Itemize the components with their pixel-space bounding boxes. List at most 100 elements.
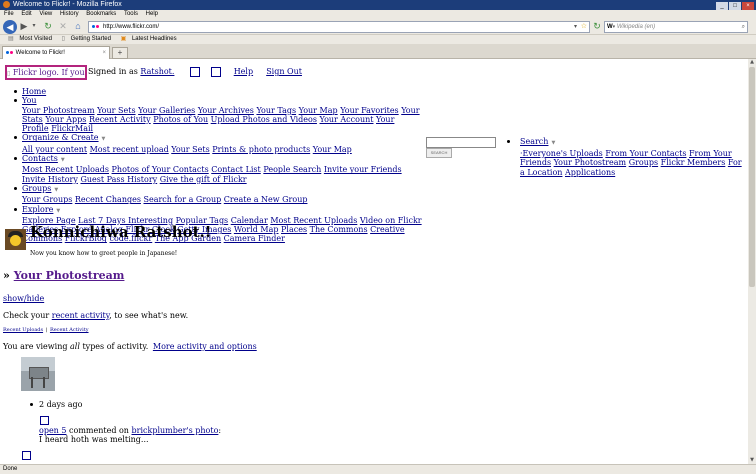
recent-activity-link[interactable]: recent activity bbox=[52, 311, 109, 320]
show-hide-link[interactable]: show/hide bbox=[3, 294, 44, 303]
new-tab-button[interactable]: + bbox=[112, 47, 128, 59]
search-engine-box[interactable]: W▾ Wikipedia (en) ⌕ bbox=[604, 21, 748, 33]
explore-link-recent-uploads[interactable]: Most Recent Uploads bbox=[270, 216, 357, 225]
menu-edit[interactable]: Edit bbox=[21, 11, 31, 17]
search-link-contacts[interactable]: From Your Contacts bbox=[605, 149, 686, 158]
explore-link-world-map[interactable]: World Map bbox=[234, 225, 279, 234]
vertical-scrollbar[interactable]: ▲ ▼ bbox=[748, 59, 756, 464]
flickr-logo[interactable]: ▯ Flickr logo. If you bbox=[5, 65, 87, 80]
groups-link-search[interactable]: Search for a Group bbox=[143, 195, 221, 204]
you-link-photostream[interactable]: Your Photostream bbox=[22, 106, 95, 115]
search-title-link[interactable]: Search bbox=[520, 137, 548, 146]
home-icon[interactable]: ⌂ bbox=[72, 21, 84, 32]
search-link-photostream[interactable]: Your Photostream bbox=[554, 158, 627, 167]
you-link-tags[interactable]: Your Tags bbox=[256, 106, 296, 115]
avatar[interactable] bbox=[5, 229, 26, 250]
menu-history[interactable]: History bbox=[60, 11, 79, 17]
back-button[interactable]: ◀ bbox=[3, 20, 17, 34]
you-link-galleries[interactable]: Your Galleries bbox=[138, 106, 195, 115]
more-activity-link[interactable]: More activity and options bbox=[153, 342, 257, 351]
bookmark-latest-headlines[interactable]: ▣ Latest Headlines bbox=[117, 36, 177, 42]
nav-link-you[interactable]: You bbox=[22, 96, 37, 105]
activity-photo-thumbnail[interactable] bbox=[21, 357, 55, 391]
contacts-link-invite-history[interactable]: Invite History bbox=[22, 175, 78, 184]
you-link-recent-activity[interactable]: Recent Activity bbox=[89, 115, 151, 124]
commenter-link[interactable]: open 5 bbox=[39, 426, 66, 435]
explore-link-calendar[interactable]: Calendar bbox=[231, 216, 268, 225]
close-button[interactable]: × bbox=[742, 2, 754, 10]
nav-link-organize[interactable]: Organize & Create bbox=[22, 133, 99, 142]
groups-link-recent-changes[interactable]: Recent Changes bbox=[75, 195, 141, 204]
bookmark-star-icon[interactable]: ☆ bbox=[581, 22, 587, 32]
you-link-account[interactable]: Your Account bbox=[319, 115, 373, 124]
engine-dropdown-icon[interactable]: ▾ bbox=[613, 24, 616, 30]
menu-tools[interactable]: Tools bbox=[124, 11, 138, 17]
photo-owner-link[interactable]: brickplumber's photo bbox=[132, 426, 219, 435]
search-link-groups[interactable]: Groups bbox=[629, 158, 658, 167]
you-link-map[interactable]: Your Map bbox=[299, 106, 338, 115]
menu-view[interactable]: View bbox=[39, 11, 52, 17]
nav-link-groups[interactable]: Groups bbox=[22, 184, 51, 193]
menu-file[interactable]: File bbox=[4, 11, 14, 17]
nav-link-explore[interactable]: Explore bbox=[22, 205, 53, 214]
help-link[interactable]: Help bbox=[234, 67, 253, 76]
dropdown-arrow-icon[interactable]: ▼ bbox=[102, 136, 106, 142]
contacts-link-invite[interactable]: Invite your Friends bbox=[324, 165, 402, 174]
contacts-link-recent-uploads[interactable]: Most Recent Uploads bbox=[22, 165, 109, 174]
nav-link-home[interactable]: Home bbox=[22, 87, 46, 96]
explore-link-video[interactable]: Video on Flickr bbox=[360, 216, 422, 225]
bookmark-getting-started[interactable]: ▯ Getting Started bbox=[58, 36, 111, 42]
groups-link-your-groups[interactable]: Your Groups bbox=[22, 195, 72, 204]
minimize-button[interactable]: _ bbox=[716, 2, 728, 10]
stop-icon[interactable]: ✕ bbox=[57, 21, 69, 32]
explore-link-places[interactable]: Places bbox=[281, 225, 307, 234]
bookmark-most-visited[interactable]: ▤ Most Visited bbox=[4, 36, 52, 42]
sign-out-link[interactable]: Sign Out bbox=[266, 67, 302, 76]
organize-link-sets[interactable]: Your Sets bbox=[171, 145, 209, 154]
next-item-icon[interactable] bbox=[22, 451, 31, 460]
search-button[interactable]: SEARCH bbox=[426, 148, 452, 158]
tab-close-icon[interactable]: × bbox=[102, 47, 106, 59]
dropdown-arrow-icon[interactable]: ▼ bbox=[56, 208, 60, 214]
dropdown-arrow-icon[interactable]: ▼ bbox=[54, 187, 58, 193]
explore-link-commons[interactable]: The Commons bbox=[310, 225, 368, 234]
magnifier-icon[interactable]: ⌕ bbox=[742, 22, 745, 32]
buddy-icon[interactable] bbox=[40, 416, 49, 425]
notification-icon[interactable] bbox=[189, 67, 200, 77]
url-bar[interactable]: http://www.flickr.com/ ▾ ☆ bbox=[88, 21, 590, 33]
dropdown-arrow-icon[interactable]: ▼ bbox=[551, 140, 555, 146]
contacts-link-people-search[interactable]: People Search bbox=[263, 165, 321, 174]
tab-welcome-to-flickr[interactable]: Welcome to Flickr! × bbox=[2, 46, 110, 59]
organize-link-map[interactable]: Your Map bbox=[313, 145, 352, 154]
scrollbar-thumb[interactable] bbox=[749, 67, 755, 287]
you-link-favorites[interactable]: Your Favorites bbox=[340, 106, 398, 115]
explore-link-camera-finder[interactable]: Camera Finder bbox=[224, 234, 285, 243]
tab-recent-uploads[interactable]: Recent Uploads bbox=[3, 327, 43, 333]
you-link-sets[interactable]: Your Sets bbox=[97, 106, 135, 115]
search-link-everyone[interactable]: Everyone's Uploads bbox=[523, 149, 603, 158]
tab-recent-activity[interactable]: Recent Activity bbox=[50, 327, 89, 333]
you-link-photos-of-you[interactable]: Photos of You bbox=[153, 115, 208, 124]
organize-link-recent-upload[interactable]: Most recent upload bbox=[90, 145, 169, 154]
mail-icon[interactable] bbox=[210, 67, 221, 77]
you-link-flickrmail[interactable]: FlickrMail bbox=[51, 124, 93, 133]
forward-button[interactable]: ▶ bbox=[19, 21, 29, 32]
nav-link-contacts[interactable]: Contacts bbox=[22, 154, 58, 163]
you-link-archives[interactable]: Your Archives bbox=[198, 106, 254, 115]
contacts-link-list[interactable]: Contact List bbox=[211, 165, 261, 174]
organize-link-prints[interactable]: Prints & photo products bbox=[212, 145, 310, 154]
history-dropdown-icon[interactable]: ▾ bbox=[31, 21, 37, 32]
contacts-link-guest-pass[interactable]: Guest Pass History bbox=[80, 175, 157, 184]
you-link-upload[interactable]: Upload Photos and Videos bbox=[211, 115, 317, 124]
contacts-link-gift[interactable]: Give the gift of Flickr bbox=[160, 175, 247, 184]
contacts-link-photos[interactable]: Photos of Your Contacts bbox=[112, 165, 209, 174]
reload-icon[interactable]: ↻ bbox=[42, 21, 54, 32]
url-dropdown-icon[interactable]: ▾ bbox=[574, 22, 577, 32]
go-icon[interactable]: ↻ bbox=[592, 21, 602, 32]
scroll-up-icon[interactable]: ▲ bbox=[748, 59, 756, 66]
you-link-apps[interactable]: Your Apps bbox=[45, 115, 86, 124]
username-link[interactable]: Ratshot. bbox=[140, 67, 174, 76]
search-input[interactable] bbox=[426, 137, 496, 148]
search-link-applications[interactable]: Applications bbox=[565, 168, 615, 177]
organize-link-all-content[interactable]: All your content bbox=[22, 145, 87, 154]
